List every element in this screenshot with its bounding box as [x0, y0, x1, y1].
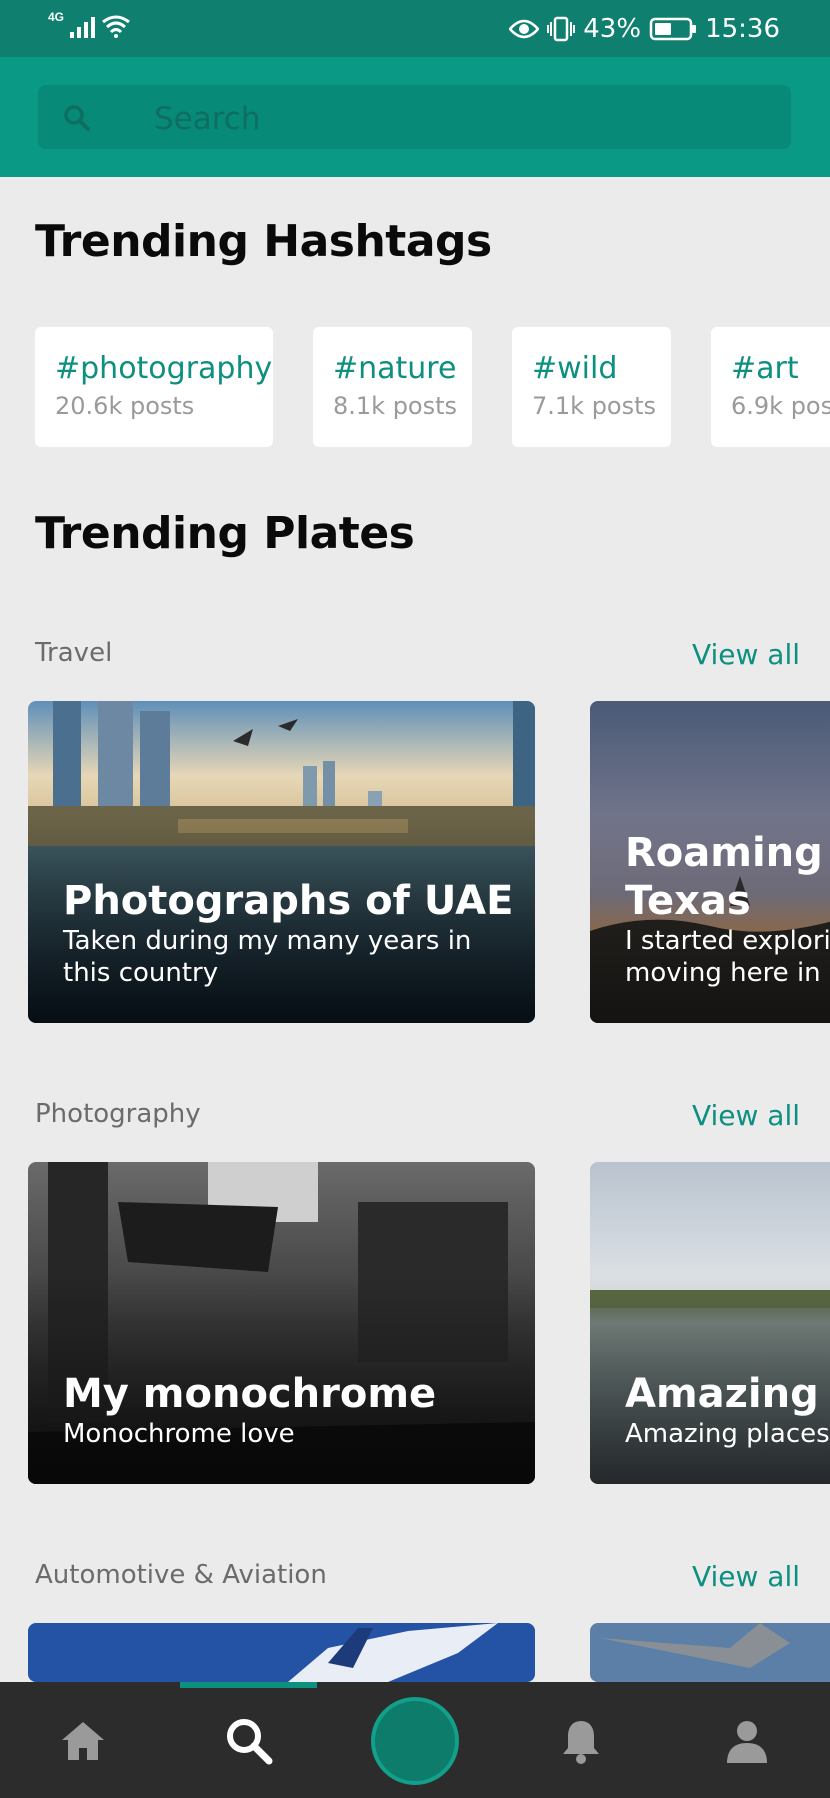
plate-subtitle: Amazing places [625, 1419, 830, 1449]
hashtag-name: #wild [532, 351, 618, 386]
nav-search[interactable] [214, 1706, 284, 1776]
plate-caption: Photographs of UAE Taken during my many … [63, 877, 513, 989]
hashtag-name: #nature [333, 351, 457, 386]
create-button[interactable] [371, 1697, 459, 1785]
nav-profile[interactable] [712, 1706, 782, 1776]
plate-image [590, 1623, 830, 1682]
plate-title: Photographs of UAE [63, 878, 514, 924]
hashtag-count: 20.6k posts [55, 392, 195, 420]
hashtag-chip[interactable]: #art 6.9k posts [711, 327, 830, 447]
plate-subtitle: I started explorin [625, 926, 830, 956]
hashtag-chip[interactable]: #nature 8.1k posts [313, 327, 472, 447]
search-icon [227, 1719, 273, 1765]
clock: 15:36 [705, 14, 780, 44]
hashtag-chip[interactable]: #wild 7.1k posts [512, 327, 671, 447]
automotive-plate-row [0, 1623, 830, 1682]
plate-title: My monochrome [63, 1371, 437, 1417]
plate-title: Roaming A [625, 830, 830, 876]
plate-card[interactable]: My monochrome Monochrome love [28, 1162, 535, 1484]
plate-subtitle: moving here in 2 [625, 958, 830, 988]
battery-icon [649, 17, 697, 41]
search-input[interactable]: Search [38, 85, 791, 149]
plate-caption: Roaming A Texas I started explorin movin… [625, 829, 830, 989]
search-icon [64, 105, 90, 131]
plate-subtitle: Monochrome love [63, 1419, 295, 1449]
bell-icon [563, 1721, 599, 1764]
eye-icon [509, 19, 540, 39]
vibrate-icon [547, 16, 576, 42]
nav-home[interactable] [48, 1706, 118, 1776]
plate-card[interactable]: Roaming A Texas I started explorin movin… [590, 701, 830, 1023]
plate-card[interactable] [590, 1623, 830, 1682]
plate-title: Amazing L [625, 1371, 830, 1417]
plate-image [28, 1623, 535, 1682]
active-tab-indicator [180, 1682, 317, 1688]
plate-card[interactable]: Photographs of UAE Taken during my many … [28, 701, 535, 1023]
profile-icon [727, 1721, 767, 1763]
hashtag-name: #photography [55, 351, 273, 386]
view-all-photography-link[interactable]: View all [692, 1099, 800, 1132]
signal-icon [70, 16, 96, 38]
view-all-travel-link[interactable]: View all [692, 638, 800, 671]
home-icon [62, 1722, 104, 1760]
hashtag-count: 7.1k posts [532, 392, 657, 420]
plate-subtitle: Taken during my many years in [63, 926, 472, 956]
network-type: 4G [48, 10, 65, 24]
trending-plates-title: Trending Plates [35, 508, 415, 559]
plate-title: Texas [625, 878, 751, 924]
search-header: Search [0, 57, 830, 177]
battery-percent: 43% [583, 14, 642, 44]
hashtag-list: #photography 20.6k posts #nature 8.1k po… [0, 327, 830, 447]
trending-hashtags-title: Trending Hashtags [35, 216, 492, 267]
search-placeholder: Search [154, 101, 261, 137]
plate-card[interactable] [28, 1623, 535, 1682]
category-label-automotive-aviation: Automotive & Aviation [35, 1560, 327, 1590]
hashtag-name: #art [731, 351, 799, 386]
plate-caption: Amazing L Amazing places [625, 1370, 830, 1450]
category-label-travel: Travel [35, 638, 113, 668]
plate-caption: My monochrome Monochrome love [63, 1370, 436, 1450]
travel-plate-row: Photographs of UAE Taken during my many … [0, 701, 830, 1023]
hashtag-chip[interactable]: #photography 20.6k posts [35, 327, 273, 447]
view-all-automotive-link[interactable]: View all [692, 1560, 800, 1593]
plate-card[interactable]: Amazing L Amazing places [590, 1162, 830, 1484]
signal-group: 4G [48, 10, 131, 38]
status-right: 43% 15:36 [509, 14, 780, 44]
photography-plate-row: My monochrome Monochrome love Amazing L … [0, 1162, 830, 1484]
hashtag-count: 8.1k posts [333, 392, 458, 420]
nav-notifications[interactable] [546, 1706, 616, 1776]
hashtag-count: 6.9k posts [731, 392, 830, 420]
plate-subtitle: this country [63, 958, 219, 988]
bottom-navigation [0, 1682, 830, 1798]
category-label-photography: Photography [35, 1099, 201, 1129]
wifi-icon [102, 15, 130, 38]
status-bar: 4G 43% 15:36 [0, 0, 830, 57]
